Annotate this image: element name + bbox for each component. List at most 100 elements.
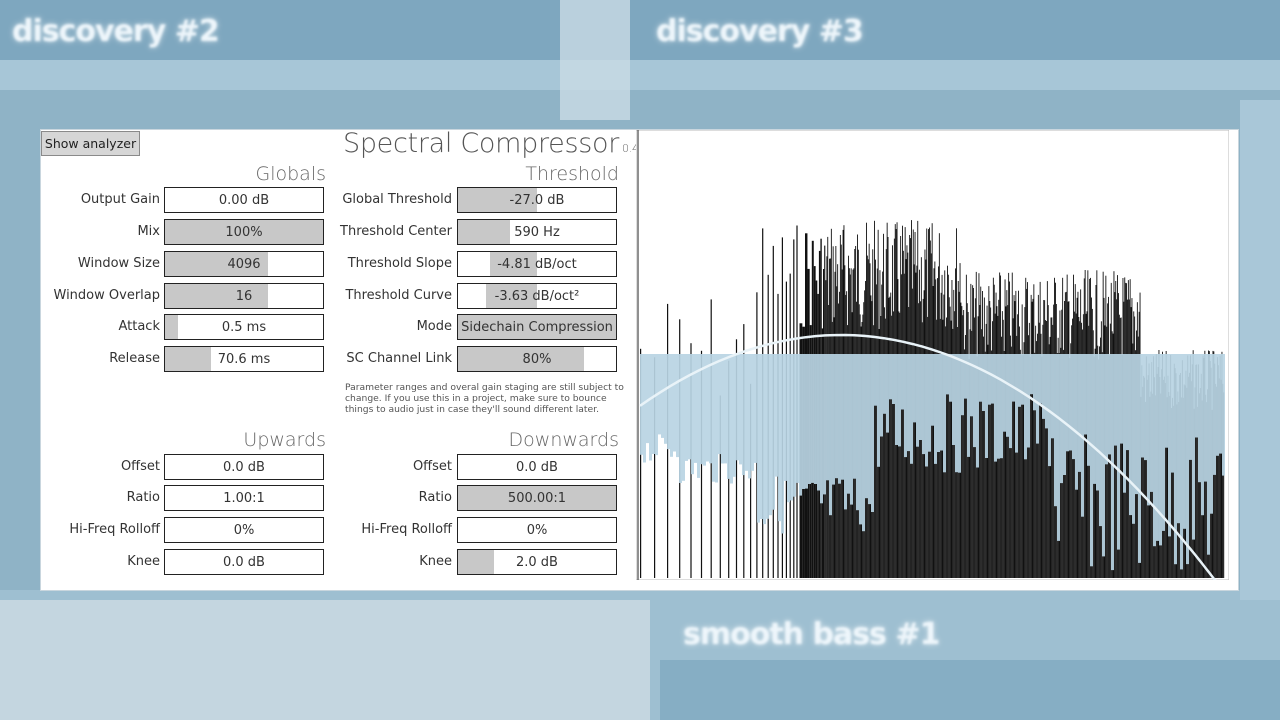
down-knee-value: 2.0 dB [516,554,558,570]
spectrum-bar [901,274,902,578]
spectrum-bar [989,301,991,578]
gain-reduction-bar [1003,354,1006,432]
gain-reduction-bar [877,354,880,467]
spectrum-bar [979,305,981,578]
spectrum-bar [1007,305,1009,578]
gain-reduction-bar [949,354,952,402]
gain-reduction-bar [1027,354,1030,448]
global-threshold-slider[interactable]: -27.0 dB [457,187,617,213]
gain-reduction-bar [775,354,778,477]
gain-reduction-bar [928,354,931,452]
gain-reduction-bar [1165,354,1168,448]
output-gain-label: Output Gain [80,192,160,207]
down-knee-slider[interactable]: 2.0 dB [457,549,617,575]
spectrum-bar [875,259,876,578]
gain-reduction-bar [1171,354,1174,473]
window-overlap-label: Window Overlap [53,288,161,303]
gain-reduction-bar [823,354,826,495]
spectrum-analyzer [636,130,1229,580]
gain-reduction-bar [1189,354,1192,460]
gain-reduction-bar [1009,354,1012,449]
threshold-center-label: Threshold Center [340,224,452,239]
gain-reduction-bar [844,354,847,510]
gain-reduction-bar [1153,354,1156,547]
gain-reduction-bar [778,354,781,522]
gain-reduction-bar [1090,354,1093,567]
clip-label-discovery-3: discovery #3 [656,14,864,49]
threshold-center-value: 590 Hz [514,224,560,240]
gain-reduction-bar [1123,354,1126,493]
spectrum-bar [893,311,894,578]
gain-reduction-bar [1084,354,1087,435]
gain-reduction-bar [748,354,751,479]
gain-reduction-bar [886,354,889,433]
spectrum-bar [1021,304,1023,578]
spectrum-bar [980,286,982,578]
sc-channel-link-slider[interactable]: 80% [457,346,617,372]
spectrum-bar [932,286,934,578]
down-ratio-label: Ratio [418,490,452,505]
gain-reduction-bar [667,354,670,450]
spectrum-bar [1005,306,1007,578]
gain-reduction-bar [967,354,970,457]
global-threshold-label: Global Threshold [342,192,452,207]
gain-reduction-bar [952,354,955,445]
spectrum-bar [902,250,904,579]
gain-reduction-bar [664,354,667,444]
gain-reduction-bar [874,354,877,406]
gain-reduction-bar [955,354,958,473]
gain-reduction-bar [859,354,862,525]
down-ratio-slider[interactable]: 500.00:1 [457,485,617,511]
gain-reduction-bar [1054,354,1057,507]
release-label: Release [109,351,160,366]
gain-reduction-bar [1012,354,1015,402]
gain-reduction-bar [769,354,772,516]
down-offset-slider[interactable]: 0.0 dB [457,454,617,480]
gain-reduction-bar [982,354,985,411]
gain-reduction-bar [1186,354,1189,565]
gain-reduction-bar [1147,354,1150,506]
gain-reduction-bar [895,354,898,445]
gain-reduction-bar [1066,354,1069,452]
spectrum-bar [990,307,992,578]
gain-reduction-bar [721,354,724,464]
gain-reduction-bar [703,354,706,466]
daw-clip-left [0,600,650,720]
gain-reduction-bar [805,354,808,489]
gain-reduction-bar [736,354,739,461]
gain-reduction-bar [871,354,874,512]
threshold-slope-slider[interactable]: -4.81 dB/oct [457,251,617,277]
gain-reduction-bar [868,354,871,505]
spectrum-bar [1033,284,1035,578]
spectrum-bar [947,265,948,578]
gain-reduction-bar [763,354,766,525]
gain-reduction-bar [1015,354,1018,453]
gain-reduction-bar [790,354,793,501]
spectrum-bar [1044,300,1046,578]
spectrum-bar [1085,313,1087,578]
gain-reduction-bar [1150,354,1153,492]
plugin-title-text: Spectral Compressor [343,128,620,159]
spectrum-bar [1030,294,1032,578]
sc-channel-link-value: 80% [522,351,552,367]
show-analyzer-button[interactable]: Show analyzer [41,131,140,156]
threshold-center-slider[interactable]: 590 Hz [457,219,617,245]
gain-reduction-bar [1141,354,1144,458]
gain-reduction-bar [1120,354,1123,444]
spectrum-bar [972,285,974,578]
gain-reduction-bar [1099,354,1102,527]
gain-reduction-bar [814,354,817,484]
down-offset-label: Offset [412,459,452,474]
gain-reduction-bar [742,354,745,476]
gain-reduction-bar [1108,354,1111,455]
mode-dropdown[interactable]: Sidechain Compression [457,314,617,340]
down-hi-freq-rolloff-slider[interactable]: 0% [457,517,617,543]
clip-label-smooth-bass-1: smooth bass #1 [683,617,940,652]
threshold-curve-slider[interactable]: -3.63 dB/oct² [457,283,617,309]
gain-reduction-bar [1024,354,1027,460]
spectrum-bar [949,306,951,578]
gain-reduction-bar [1072,354,1075,460]
gain-reduction-bar [1138,354,1141,563]
gain-reduction-bar [916,354,919,447]
gain-reduction-bar [745,354,748,471]
